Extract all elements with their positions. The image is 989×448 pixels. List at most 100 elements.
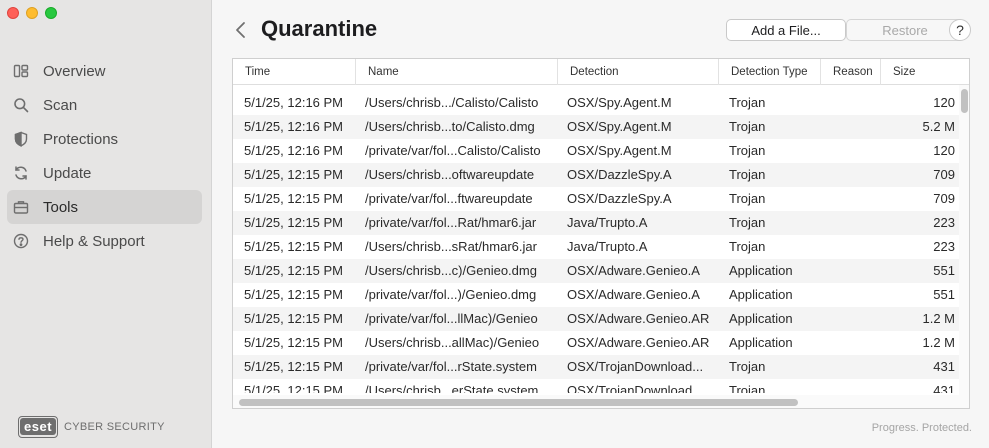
overview-icon <box>13 63 29 79</box>
cell-size: 223 <box>933 215 955 230</box>
table-row[interactable]: 5/1/25, 12:15 PM/Users/chrisb...oftwareu… <box>233 163 959 187</box>
table-row[interactable]: 5/1/25, 12:15 PM/private/var/fol...ftwar… <box>233 187 959 211</box>
cell-time: 5/1/25, 12:15 PM <box>244 239 344 254</box>
cell-detection: OSX/Adware.Genieo.AR <box>567 311 710 326</box>
cell-time: 5/1/25, 12:15 PM <box>244 215 344 230</box>
table-row[interactable]: 5/1/25, 12:16 PM/private/var/fol...Calis… <box>233 139 959 163</box>
cell-detection: OSX/Spy.Agent.M <box>567 143 672 158</box>
help-button[interactable]: ? <box>949 19 971 41</box>
table-row[interactable]: 5/1/25, 12:16 PM/Users/chrisb...to/Calis… <box>233 115 959 139</box>
zoom-window-button[interactable] <box>45 7 57 19</box>
help-icon <box>13 233 29 249</box>
refresh-icon <box>13 165 29 181</box>
column-header-detection[interactable]: Detection <box>557 59 718 85</box>
column-header-time[interactable]: Time <box>233 59 355 85</box>
horizontal-scroll-thumb[interactable] <box>239 399 798 406</box>
cell-detection-type: Trojan <box>729 167 766 182</box>
briefcase-icon <box>13 199 29 215</box>
cell-detection: OSX/DazzleSpy.A <box>567 167 672 182</box>
sidebar-item-protections[interactable]: Protections <box>7 122 202 156</box>
cell-detection-type: Trojan <box>729 119 766 134</box>
cell-time: 5/1/25, 12:16 PM <box>244 143 344 158</box>
cell-detection: OSX/Adware.Genieo.AR <box>567 335 710 350</box>
column-header-name[interactable]: Name <box>355 59 557 85</box>
table-header: Time Name Detection Detection Type Reaso… <box>233 59 969 85</box>
cell-detection-type: Trojan <box>729 383 766 393</box>
cell-name: /Users/chrisb.../Calisto/Calisto <box>365 95 539 110</box>
cell-size: 709 <box>933 191 955 206</box>
cell-name: /Users/chrisb...to/Calisto.dmg <box>365 119 535 134</box>
add-file-button[interactable]: Add a File... <box>726 19 846 41</box>
cell-name: /Users/chrisb...sRat/hmar6.jar <box>365 239 537 254</box>
column-header-size[interactable]: Size <box>880 59 969 85</box>
cell-name: /private/var/fol...)/Genieo.dmg <box>365 287 537 302</box>
sidebar: Overview Scan Protections Update Tools H… <box>0 0 212 448</box>
sidebar-item-help-support[interactable]: Help & Support <box>7 224 202 258</box>
cell-time: 5/1/25, 12:15 PM <box>244 311 344 326</box>
cell-time: 5/1/25, 12:15 PM <box>244 167 344 182</box>
column-header-detection-type[interactable]: Detection Type <box>718 59 820 85</box>
column-header-reason[interactable]: Reason <box>820 59 880 85</box>
brand-text: CYBER SECURITY <box>64 421 165 433</box>
table-row[interactable]: 5/1/25, 12:15 PM/private/var/fol...)/Gen… <box>233 283 959 307</box>
eset-logo: eset <box>18 416 59 438</box>
minimize-window-button[interactable] <box>26 7 38 19</box>
cell-detection-type: Application <box>729 335 793 350</box>
sidebar-item-overview[interactable]: Overview <box>7 54 202 88</box>
cell-size: 120 <box>933 143 955 158</box>
cell-detection-type: Trojan <box>729 191 766 206</box>
table-row[interactable]: 5/1/25, 12:15 PM/Users/chrisb...sRat/hma… <box>233 235 959 259</box>
cell-size: 1.2 M <box>922 335 955 350</box>
cell-detection-type: Trojan <box>729 359 766 374</box>
cell-detection-type: Application <box>729 311 793 326</box>
cell-time: 5/1/25, 12:15 PM <box>244 263 344 278</box>
cell-size: 223 <box>933 239 955 254</box>
cell-detection-type: Trojan <box>729 143 766 158</box>
cell-detection-type: Trojan <box>729 215 766 230</box>
table-row[interactable]: 5/1/25, 12:15 PM/private/var/fol...Rat/h… <box>233 211 959 235</box>
sidebar-item-tools[interactable]: Tools <box>7 190 202 224</box>
cell-size: 551 <box>933 263 955 278</box>
horizontal-scrollbar[interactable] <box>233 395 969 408</box>
table-row[interactable]: 5/1/25, 12:15 PM/private/var/fol...rStat… <box>233 355 959 379</box>
table-row[interactable]: 5/1/25, 12:15 PM/Users/chrisb...erState.… <box>233 379 959 393</box>
table-row[interactable]: 5/1/25, 12:15 PM/private/var/fol...llMac… <box>233 307 959 331</box>
close-window-button[interactable] <box>7 7 19 19</box>
cell-name: /private/var/fol...ftwareupdate <box>365 191 533 206</box>
cell-detection: OSX/Adware.Genieo.A <box>567 287 700 302</box>
sidebar-item-update[interactable]: Update <box>7 156 202 190</box>
sidebar-item-label: Scan <box>43 96 78 114</box>
cell-size: 551 <box>933 287 955 302</box>
sidebar-item-label: Help & Support <box>43 232 145 250</box>
cell-name: /Users/chrisb...allMac)/Genieo <box>365 335 540 350</box>
restore-button[interactable]: Restore <box>846 19 964 41</box>
cell-name: /private/var/fol...rState.system <box>365 359 537 374</box>
cell-name: /private/var/fol...Calisto/Calisto <box>365 143 541 158</box>
vertical-scrollbar[interactable] <box>959 85 969 395</box>
table-row[interactable]: 5/1/25, 12:16 PM/Users/chrisb.../Calisto… <box>233 91 959 115</box>
back-button[interactable] <box>234 20 248 40</box>
sidebar-item-scan[interactable]: Scan <box>7 88 202 122</box>
sidebar-nav: Overview Scan Protections Update Tools H… <box>7 54 202 258</box>
cell-name: /private/var/fol...Rat/hmar6.jar <box>365 215 537 230</box>
cell-time: 5/1/25, 12:15 PM <box>244 287 344 302</box>
main-panel: Quarantine Add a File... Restore ? Time … <box>212 0 989 448</box>
brand-logo: eset CYBER SECURITY <box>18 416 165 438</box>
quarantine-table: Time Name Detection Detection Type Reaso… <box>232 58 970 409</box>
cell-detection: OSX/DazzleSpy.A <box>567 191 672 206</box>
cell-detection: OSX/TrojanDownload... <box>567 383 704 393</box>
table-row[interactable]: 5/1/25, 12:15 PM/Users/chrisb...c)/Genie… <box>233 259 959 283</box>
cell-size: 431 <box>933 359 955 374</box>
cell-time: 5/1/25, 12:15 PM <box>244 335 344 350</box>
cell-detection-type: Trojan <box>729 95 766 110</box>
cell-detection: OSX/TrojanDownload... <box>567 359 704 374</box>
cell-time: 5/1/25, 12:15 PM <box>244 383 344 393</box>
tagline: Progress. Protected. <box>871 422 972 434</box>
search-icon <box>13 97 29 113</box>
vertical-scroll-thumb[interactable] <box>961 89 968 113</box>
cell-detection-type: Application <box>729 263 793 278</box>
cell-detection: OSX/Spy.Agent.M <box>567 119 672 134</box>
sidebar-item-label: Overview <box>43 62 106 80</box>
cell-time: 5/1/25, 12:15 PM <box>244 191 344 206</box>
table-row[interactable]: 5/1/25, 12:15 PM/Users/chrisb...allMac)/… <box>233 331 959 355</box>
